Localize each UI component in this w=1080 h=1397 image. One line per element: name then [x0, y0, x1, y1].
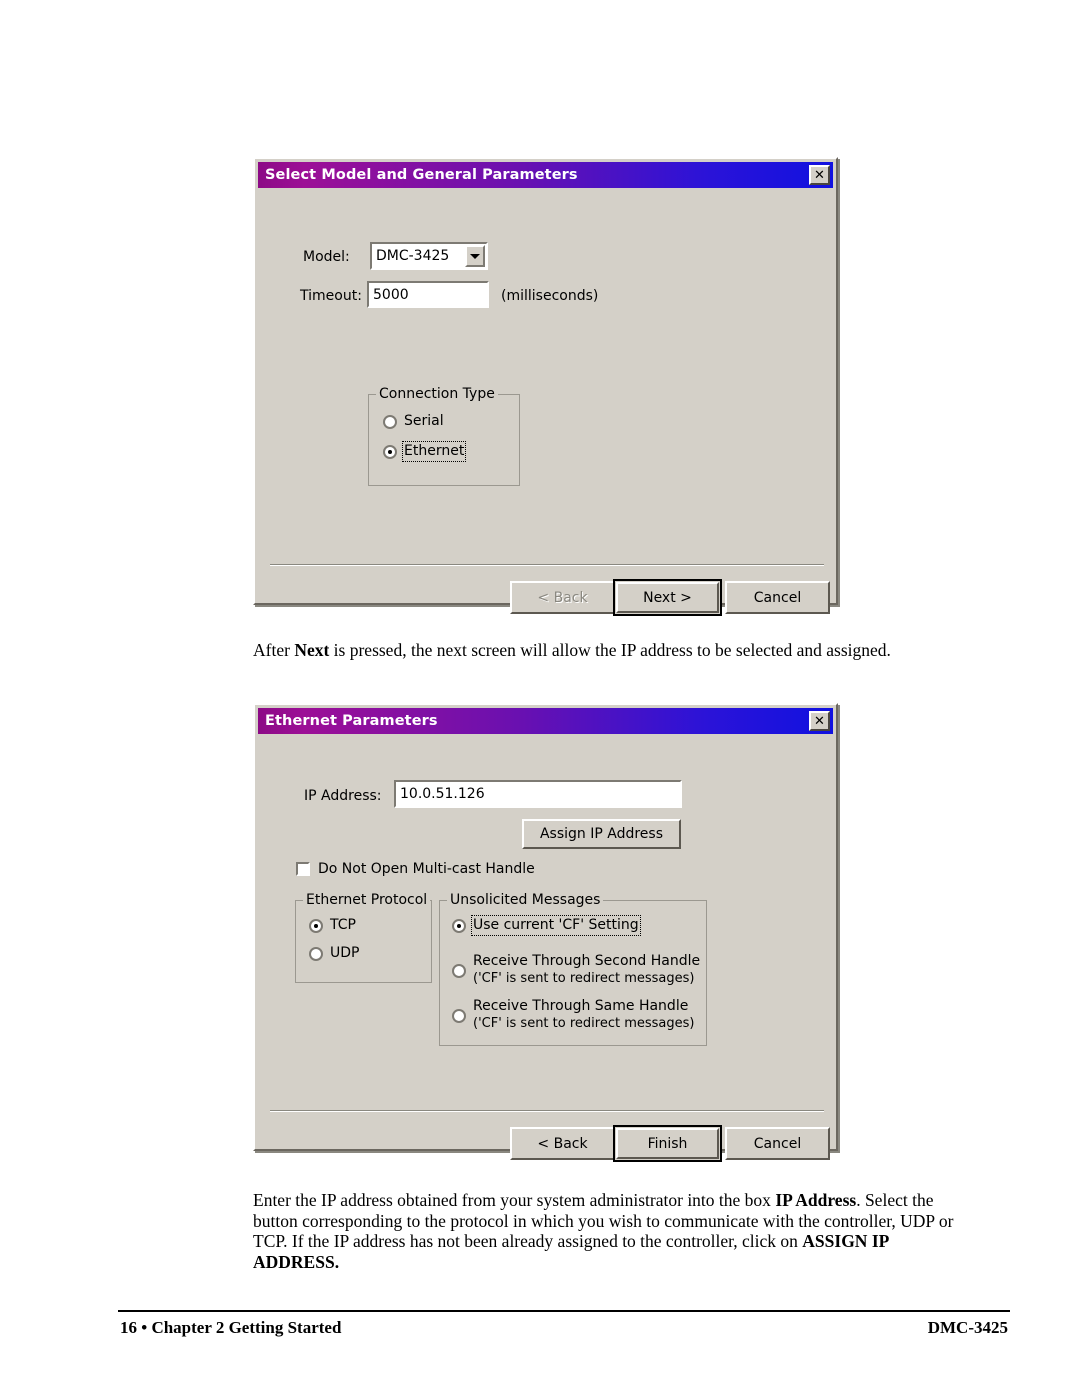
unsolicited-messages-group: Unsolicited Messages Use current 'CF' Se… — [439, 892, 707, 1046]
cancel-button[interactable]: Cancel — [725, 1127, 830, 1160]
timeout-units-label: (milliseconds) — [501, 288, 599, 304]
model-label: Model: — [303, 249, 350, 265]
radio-receive-same-handle[interactable]: Receive Through Same Handle ('CF' is sen… — [452, 998, 694, 1032]
dialog2-title: Ethernet Parameters — [265, 713, 438, 729]
ethernet-protocol-group-title: Ethernet Protocol — [303, 892, 431, 908]
radio-receive-second-handle-indicator[interactable] — [452, 964, 466, 978]
radio-receive-same-handle-sub: ('CF' is sent to redirect messages) — [473, 1016, 695, 1031]
ethernet-parameters-dialog[interactable]: Ethernet Parameters ✕ IP Address: 10.0.5… — [253, 703, 838, 1162]
paragraph-enter-ip-line1: Enter the IP address obtained from your … — [253, 1190, 934, 1210]
paragraph-enter-ip-line4: ADDRESS. — [253, 1252, 963, 1273]
radio-receive-same-handle-title: Receive Through Same Handle — [473, 998, 689, 1014]
finish-button-face: Finish — [616, 1128, 719, 1159]
radio-tcp-label: TCP — [330, 917, 356, 933]
radio-tcp[interactable]: TCP — [309, 917, 356, 934]
radio-use-current-cf-label: Use current 'CF' Setting — [471, 915, 641, 936]
ethernet-protocol-group: Ethernet Protocol TCP UDP — [295, 892, 432, 983]
radio-tcp-indicator[interactable] — [309, 919, 323, 933]
paragraph-after-next-post: is pressed, the next screen will allow t… — [329, 640, 891, 660]
do-not-open-multicast-label: Do Not Open Multi-cast Handle — [318, 861, 535, 877]
close-icon[interactable]: ✕ — [809, 711, 830, 731]
do-not-open-multicast-indicator[interactable] — [296, 862, 310, 876]
chevron-down-icon[interactable] — [465, 245, 485, 267]
next-button[interactable]: Next > — [613, 579, 722, 616]
paragraph-enter-ip-line2: button corresponding to the protocol in … — [253, 1210, 954, 1231]
radio-ethernet-indicator[interactable] — [383, 445, 397, 459]
do-not-open-multicast-checkbox[interactable]: Do Not Open Multi-cast Handle — [296, 861, 535, 877]
dialog1-body: Model: DMC-3425 Timeout: 5000 (milliseco… — [258, 188, 833, 616]
radio-receive-same-handle-indicator[interactable] — [452, 1009, 466, 1023]
radio-receive-second-handle-sub: ('CF' is sent to redirect messages) — [473, 971, 695, 986]
dialog2-separator — [270, 1110, 824, 1112]
cancel-button[interactable]: Cancel — [725, 581, 830, 614]
radio-udp-label: UDP — [330, 945, 360, 961]
finish-button[interactable]: Finish — [613, 1125, 722, 1162]
radio-serial[interactable]: Serial — [383, 413, 444, 430]
paragraph-enter-ip-line4-bold: ADDRESS. — [253, 1251, 340, 1272]
radio-receive-second-handle-title: Receive Through Second Handle — [473, 953, 701, 969]
model-select[interactable]: DMC-3425 — [370, 242, 488, 270]
footer-left: 16 • Chapter 2 Getting Started — [120, 1318, 342, 1337]
paragraph-after-next: After Next is pressed, the next screen w… — [253, 640, 933, 661]
dialog2-titlebar[interactable]: Ethernet Parameters ✕ — [258, 708, 833, 734]
ip-address-input[interactable]: 10.0.51.126 — [394, 780, 682, 808]
connection-type-group: Connection Type Serial Ethernet — [368, 386, 520, 486]
assign-ip-address-button[interactable]: Assign IP Address — [522, 819, 681, 849]
footer-right: DMC-3425 — [927, 1318, 1008, 1337]
radio-use-current-cf-indicator[interactable] — [452, 919, 466, 933]
paragraph-enter-ip: Enter the IP address obtained from your … — [253, 1190, 963, 1272]
radio-ethernet-label: Ethernet — [401, 441, 467, 462]
timeout-input[interactable]: 5000 — [367, 281, 489, 308]
radio-udp[interactable]: UDP — [309, 945, 359, 962]
dialog2-body: IP Address: 10.0.51.126 Assign IP Addres… — [258, 734, 833, 1162]
paragraph-after-next-bold: Next — [294, 640, 330, 660]
close-icon[interactable]: ✕ — [809, 165, 830, 185]
unsolicited-messages-group-title: Unsolicited Messages — [447, 892, 604, 908]
select-model-dialog[interactable]: Select Model and General Parameters ✕ Mo… — [253, 157, 838, 616]
paragraph-enter-ip-line3: TCP. If the IP address has not been alre… — [253, 1231, 890, 1251]
timeout-label: Timeout: — [300, 288, 362, 304]
next-button-face: Next > — [616, 582, 719, 613]
paragraph-after-next-pre: After — [253, 640, 295, 660]
model-select-value: DMC-3425 — [376, 248, 450, 264]
ip-address-label: IP Address: — [304, 788, 382, 804]
radio-serial-label: Serial — [404, 413, 444, 429]
radio-ethernet[interactable]: Ethernet — [383, 441, 467, 462]
dialog1-separator — [270, 564, 824, 566]
radio-udp-indicator[interactable] — [309, 947, 323, 961]
connection-type-group-title: Connection Type — [376, 386, 498, 402]
dialog1-titlebar[interactable]: Select Model and General Parameters ✕ — [258, 162, 833, 188]
radio-receive-second-handle-label: Receive Through Second Handle ('CF' is s… — [473, 953, 700, 987]
back-button[interactable]: < Back — [510, 581, 615, 614]
back-button[interactable]: < Back — [510, 1127, 615, 1160]
radio-use-current-cf[interactable]: Use current 'CF' Setting — [452, 915, 641, 936]
radio-receive-second-handle[interactable]: Receive Through Second Handle ('CF' is s… — [452, 953, 700, 987]
dialog1-title: Select Model and General Parameters — [265, 167, 578, 183]
radio-serial-indicator[interactable] — [383, 415, 397, 429]
radio-receive-same-handle-label: Receive Through Same Handle ('CF' is sen… — [473, 998, 694, 1032]
footer-rule — [118, 1310, 1010, 1312]
